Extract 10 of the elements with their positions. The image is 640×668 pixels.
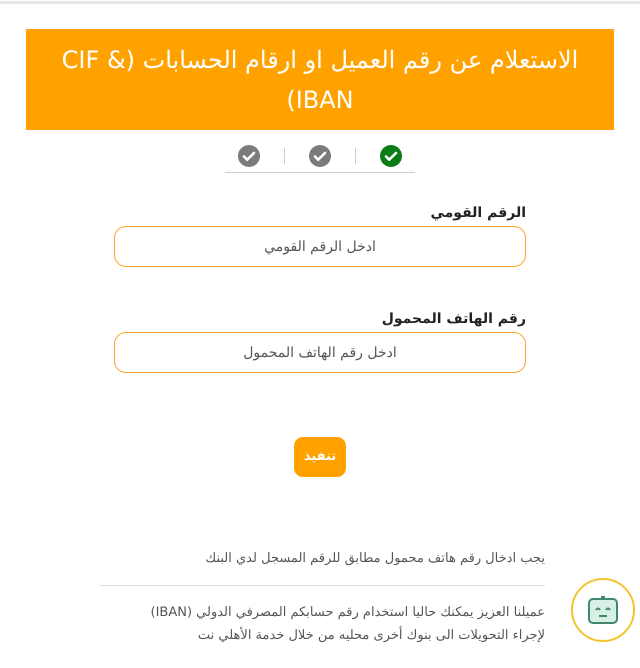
info-text: لإجراء التحويلات الى بنوك أخرى محليه من خلال خدمة الأهلي نت — [196, 626, 545, 645]
submit-button[interactable]: تنفيذ — [294, 437, 346, 477]
field-label: رقم الهاتف المحمول — [380, 310, 526, 329]
robot-icon — [586, 595, 620, 625]
info-text: عميلنا العزيز يمكنك حاليا استخدام رقم حسابكم المصرفي الدولي (IBAN) — [150, 604, 545, 622]
page-title: الاستعلام عن رقم العميل او ارقام الحسابات (CIF & IBAN) — [26, 29, 614, 130]
field-label: الرقم القومي — [429, 204, 526, 223]
note-text: يجب ادخال رقم هاتف محمول مطابق للرقم المسجل لدي البنك — [204, 550, 545, 568]
input-field[interactable]: ادخل رقم الهاتف المحمول — [114, 332, 526, 373]
input-field[interactable]: ادخل الرقم القومي — [114, 226, 526, 267]
